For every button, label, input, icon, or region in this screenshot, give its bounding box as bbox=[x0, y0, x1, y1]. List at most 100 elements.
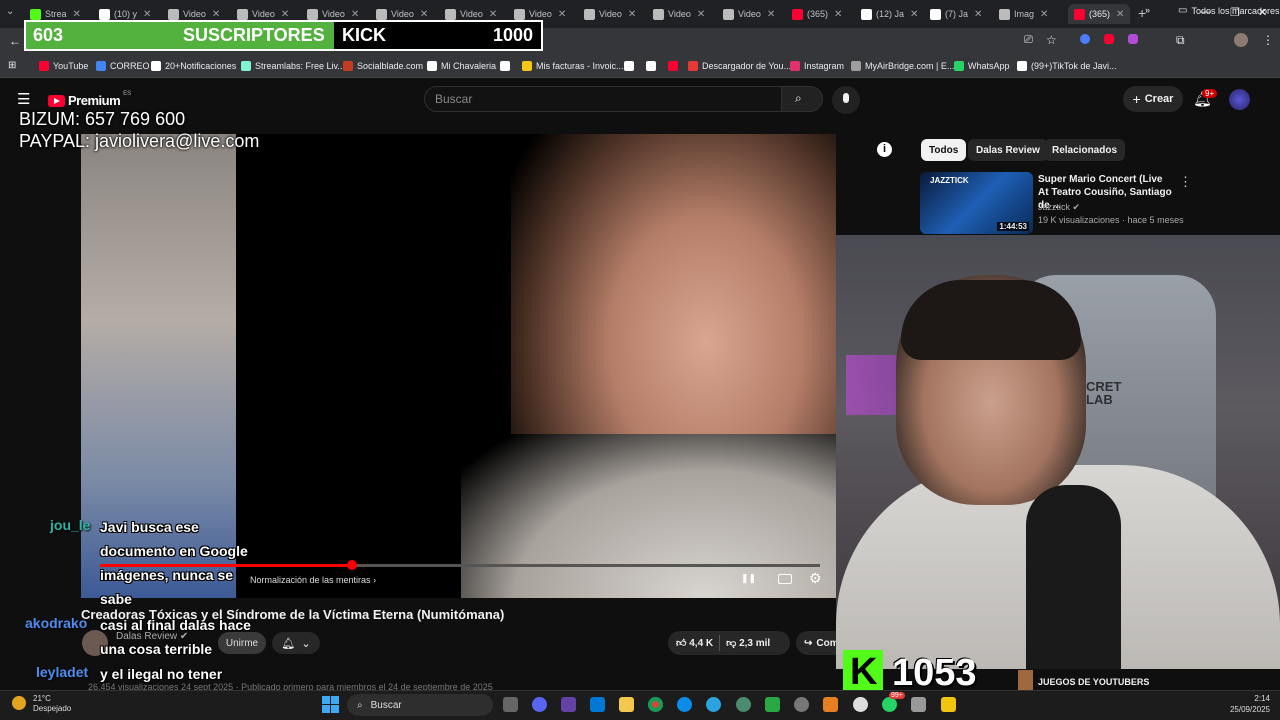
windows-start-icon[interactable] bbox=[322, 696, 339, 713]
tab-close-icon[interactable]: ✕ bbox=[910, 9, 918, 20]
voice-search-button[interactable] bbox=[832, 86, 860, 114]
recommended-thumbnail[interactable] bbox=[1018, 670, 1033, 690]
account-avatar[interactable] bbox=[1229, 89, 1250, 110]
bookmark-item[interactable] bbox=[624, 61, 638, 71]
video-progress-handle[interactable] bbox=[347, 560, 357, 570]
tab-close-icon[interactable]: ✕ bbox=[974, 9, 982, 20]
outlook-icon[interactable] bbox=[590, 697, 605, 712]
app-icon[interactable] bbox=[823, 697, 838, 712]
bookmark-item[interactable]: Instagram bbox=[790, 61, 844, 71]
hamburger-menu-icon[interactable]: ☰ bbox=[17, 90, 30, 108]
bookmark-item[interactable]: Mi Chavaleria bbox=[427, 61, 496, 71]
browser-tab[interactable]: (12) Ja ✕ bbox=[861, 4, 918, 24]
bookmark-item[interactable]: YouTube bbox=[39, 61, 88, 71]
taskbar-search[interactable]: ⌕ Buscar bbox=[347, 694, 493, 716]
settings-icon[interactable]: ⚙ bbox=[809, 570, 822, 587]
filter-chip[interactable]: Dalas Review bbox=[968, 139, 1048, 161]
extension-icon[interactable] bbox=[1128, 34, 1138, 44]
bookmark-item[interactable]: Descargador de You... bbox=[688, 61, 791, 71]
recommended-channel[interactable]: Jazztick ✔ bbox=[1038, 202, 1080, 213]
browser-tab[interactable]: Video ✕ bbox=[653, 4, 705, 24]
back-icon[interactable]: ← bbox=[9, 34, 21, 48]
spreadsheet-icon[interactable] bbox=[765, 697, 780, 712]
profile-avatar[interactable] bbox=[1234, 33, 1248, 47]
task-view-icon[interactable] bbox=[503, 697, 518, 712]
tab-close-icon[interactable]: ✕ bbox=[212, 9, 220, 20]
more-options-icon[interactable]: ⋮ bbox=[1179, 174, 1192, 190]
browser-tab[interactable]: Video ✕ bbox=[723, 4, 775, 24]
share-button[interactable]: ↪ Compartir bbox=[796, 631, 840, 655]
recommended-thumbnail[interactable]: JAZZTICK 1:44:53 bbox=[920, 172, 1033, 234]
file-explorer-icon[interactable] bbox=[619, 697, 634, 712]
subtitles-icon[interactable] bbox=[778, 574, 792, 584]
recommended-title[interactable]: JUEGOS DE YOUTUBERS bbox=[1038, 677, 1149, 687]
twitch-icon[interactable] bbox=[561, 697, 576, 712]
bookmark-item[interactable]: Streamlabs: Free Liv... bbox=[241, 61, 345, 71]
youtube-logo[interactable]: Premium ES bbox=[48, 91, 131, 108]
telegram-icon[interactable] bbox=[706, 697, 721, 712]
tab-close-icon[interactable]: ✕ bbox=[73, 9, 81, 20]
bookmark-item[interactable] bbox=[500, 61, 514, 71]
tab-close-icon[interactable]: ✕ bbox=[281, 9, 289, 20]
edge-icon[interactable] bbox=[677, 697, 692, 712]
network-icon[interactable] bbox=[736, 697, 751, 712]
settings-icon[interactable] bbox=[794, 697, 809, 712]
browser-tab[interactable]: Video ✕ bbox=[584, 4, 636, 24]
create-button[interactable]: + Crear bbox=[1123, 86, 1183, 112]
subscription-bell-button[interactable]: 🔔︎ ⌄ bbox=[272, 632, 320, 654]
puzzle-icon[interactable]: ⧉ bbox=[1176, 33, 1185, 48]
extension-icon[interactable] bbox=[1080, 34, 1090, 44]
chat-message: Javi busca ese documento en Google imágene… bbox=[100, 515, 248, 611]
tab-close-icon[interactable]: ✕ bbox=[420, 9, 428, 20]
browser-tab[interactable]: (7) Ja ✕ bbox=[930, 4, 982, 24]
bookmark-item[interactable] bbox=[668, 61, 682, 71]
cast-icon[interactable]: ⎚ bbox=[1024, 34, 1033, 47]
bookmark-item[interactable] bbox=[646, 61, 660, 71]
search-button[interactable]: ⌕ bbox=[781, 86, 823, 112]
dislike-button[interactable]: 👎︎ 2,3 mil bbox=[726, 637, 770, 649]
tab-close-icon[interactable]: ✕ bbox=[143, 9, 151, 20]
tab-close-icon[interactable]: ✕ bbox=[489, 9, 497, 20]
whatsapp-icon[interactable] bbox=[882, 697, 897, 712]
tab-close-icon[interactable]: ✕ bbox=[1116, 9, 1124, 20]
bookmark-item[interactable]: MyAirBridge.com | E... bbox=[851, 61, 954, 71]
tab-close-icon[interactable]: ✕ bbox=[351, 9, 359, 20]
capture-icon[interactable] bbox=[911, 697, 926, 712]
tab-close-icon[interactable]: ✕ bbox=[834, 9, 842, 20]
bookmark-item[interactable]: Mis facturas - Invoic... bbox=[522, 61, 624, 71]
tab-close-icon[interactable]: ✕ bbox=[697, 9, 705, 20]
apps-icon[interactable]: ⊞ bbox=[8, 60, 16, 71]
bookmark-item[interactable]: CORREO bbox=[96, 61, 150, 71]
tab-search-icon[interactable]: ⌄ bbox=[6, 6, 14, 17]
all-bookmarks-button[interactable]: ▭ Todos los marcadores bbox=[1178, 5, 1280, 16]
obs-icon[interactable] bbox=[853, 697, 868, 712]
star-icon[interactable]: ☆ bbox=[1046, 33, 1057, 47]
bookmark-item[interactable]: 20+Notificaciones bbox=[151, 61, 236, 71]
chrome-icon[interactable] bbox=[648, 697, 663, 712]
tab-favicon-icon bbox=[723, 8, 734, 20]
tab-close-icon[interactable]: ✕ bbox=[628, 9, 636, 20]
tab-close-icon[interactable]: ✕ bbox=[558, 9, 566, 20]
bell-icon: 🔔︎ bbox=[281, 637, 296, 650]
discord-icon[interactable] bbox=[532, 697, 547, 712]
like-button[interactable]: 👍︎ 4,4 K bbox=[676, 637, 713, 649]
bookmarks-more-button[interactable]: » bbox=[1145, 5, 1150, 15]
bookmark-item[interactable]: (99+)TikTok de Javi... bbox=[1017, 61, 1116, 71]
filter-chip[interactable]: Todos bbox=[921, 139, 967, 161]
chapter-label[interactable]: Normalización de las mentiras › bbox=[250, 575, 376, 585]
filter-chip[interactable]: Relacionados bbox=[1044, 139, 1126, 161]
browser-tab[interactable]: (365) ✕ bbox=[792, 4, 842, 24]
extension-icon[interactable] bbox=[1104, 34, 1114, 44]
browser-tab[interactable]: Imag ✕ bbox=[999, 4, 1048, 24]
bookmark-item[interactable]: WhatsApp bbox=[954, 61, 1010, 71]
pause-icon[interactable]: ❚❚ bbox=[741, 573, 756, 584]
sticky-notes-icon[interactable] bbox=[941, 697, 956, 712]
search-input[interactable]: Buscar bbox=[424, 86, 782, 112]
menu-icon[interactable]: ⋮ bbox=[1262, 33, 1274, 47]
info-icon[interactable]: i bbox=[877, 142, 892, 157]
system-clock[interactable]: 2:14 25/09/2025 bbox=[1230, 693, 1270, 715]
browser-tab[interactable]: (365) ✕ bbox=[1068, 4, 1131, 24]
bookmark-item[interactable]: Socialblade.com bbox=[343, 61, 423, 71]
tab-close-icon[interactable]: ✕ bbox=[1040, 9, 1048, 20]
tab-close-icon[interactable]: ✕ bbox=[767, 9, 775, 20]
